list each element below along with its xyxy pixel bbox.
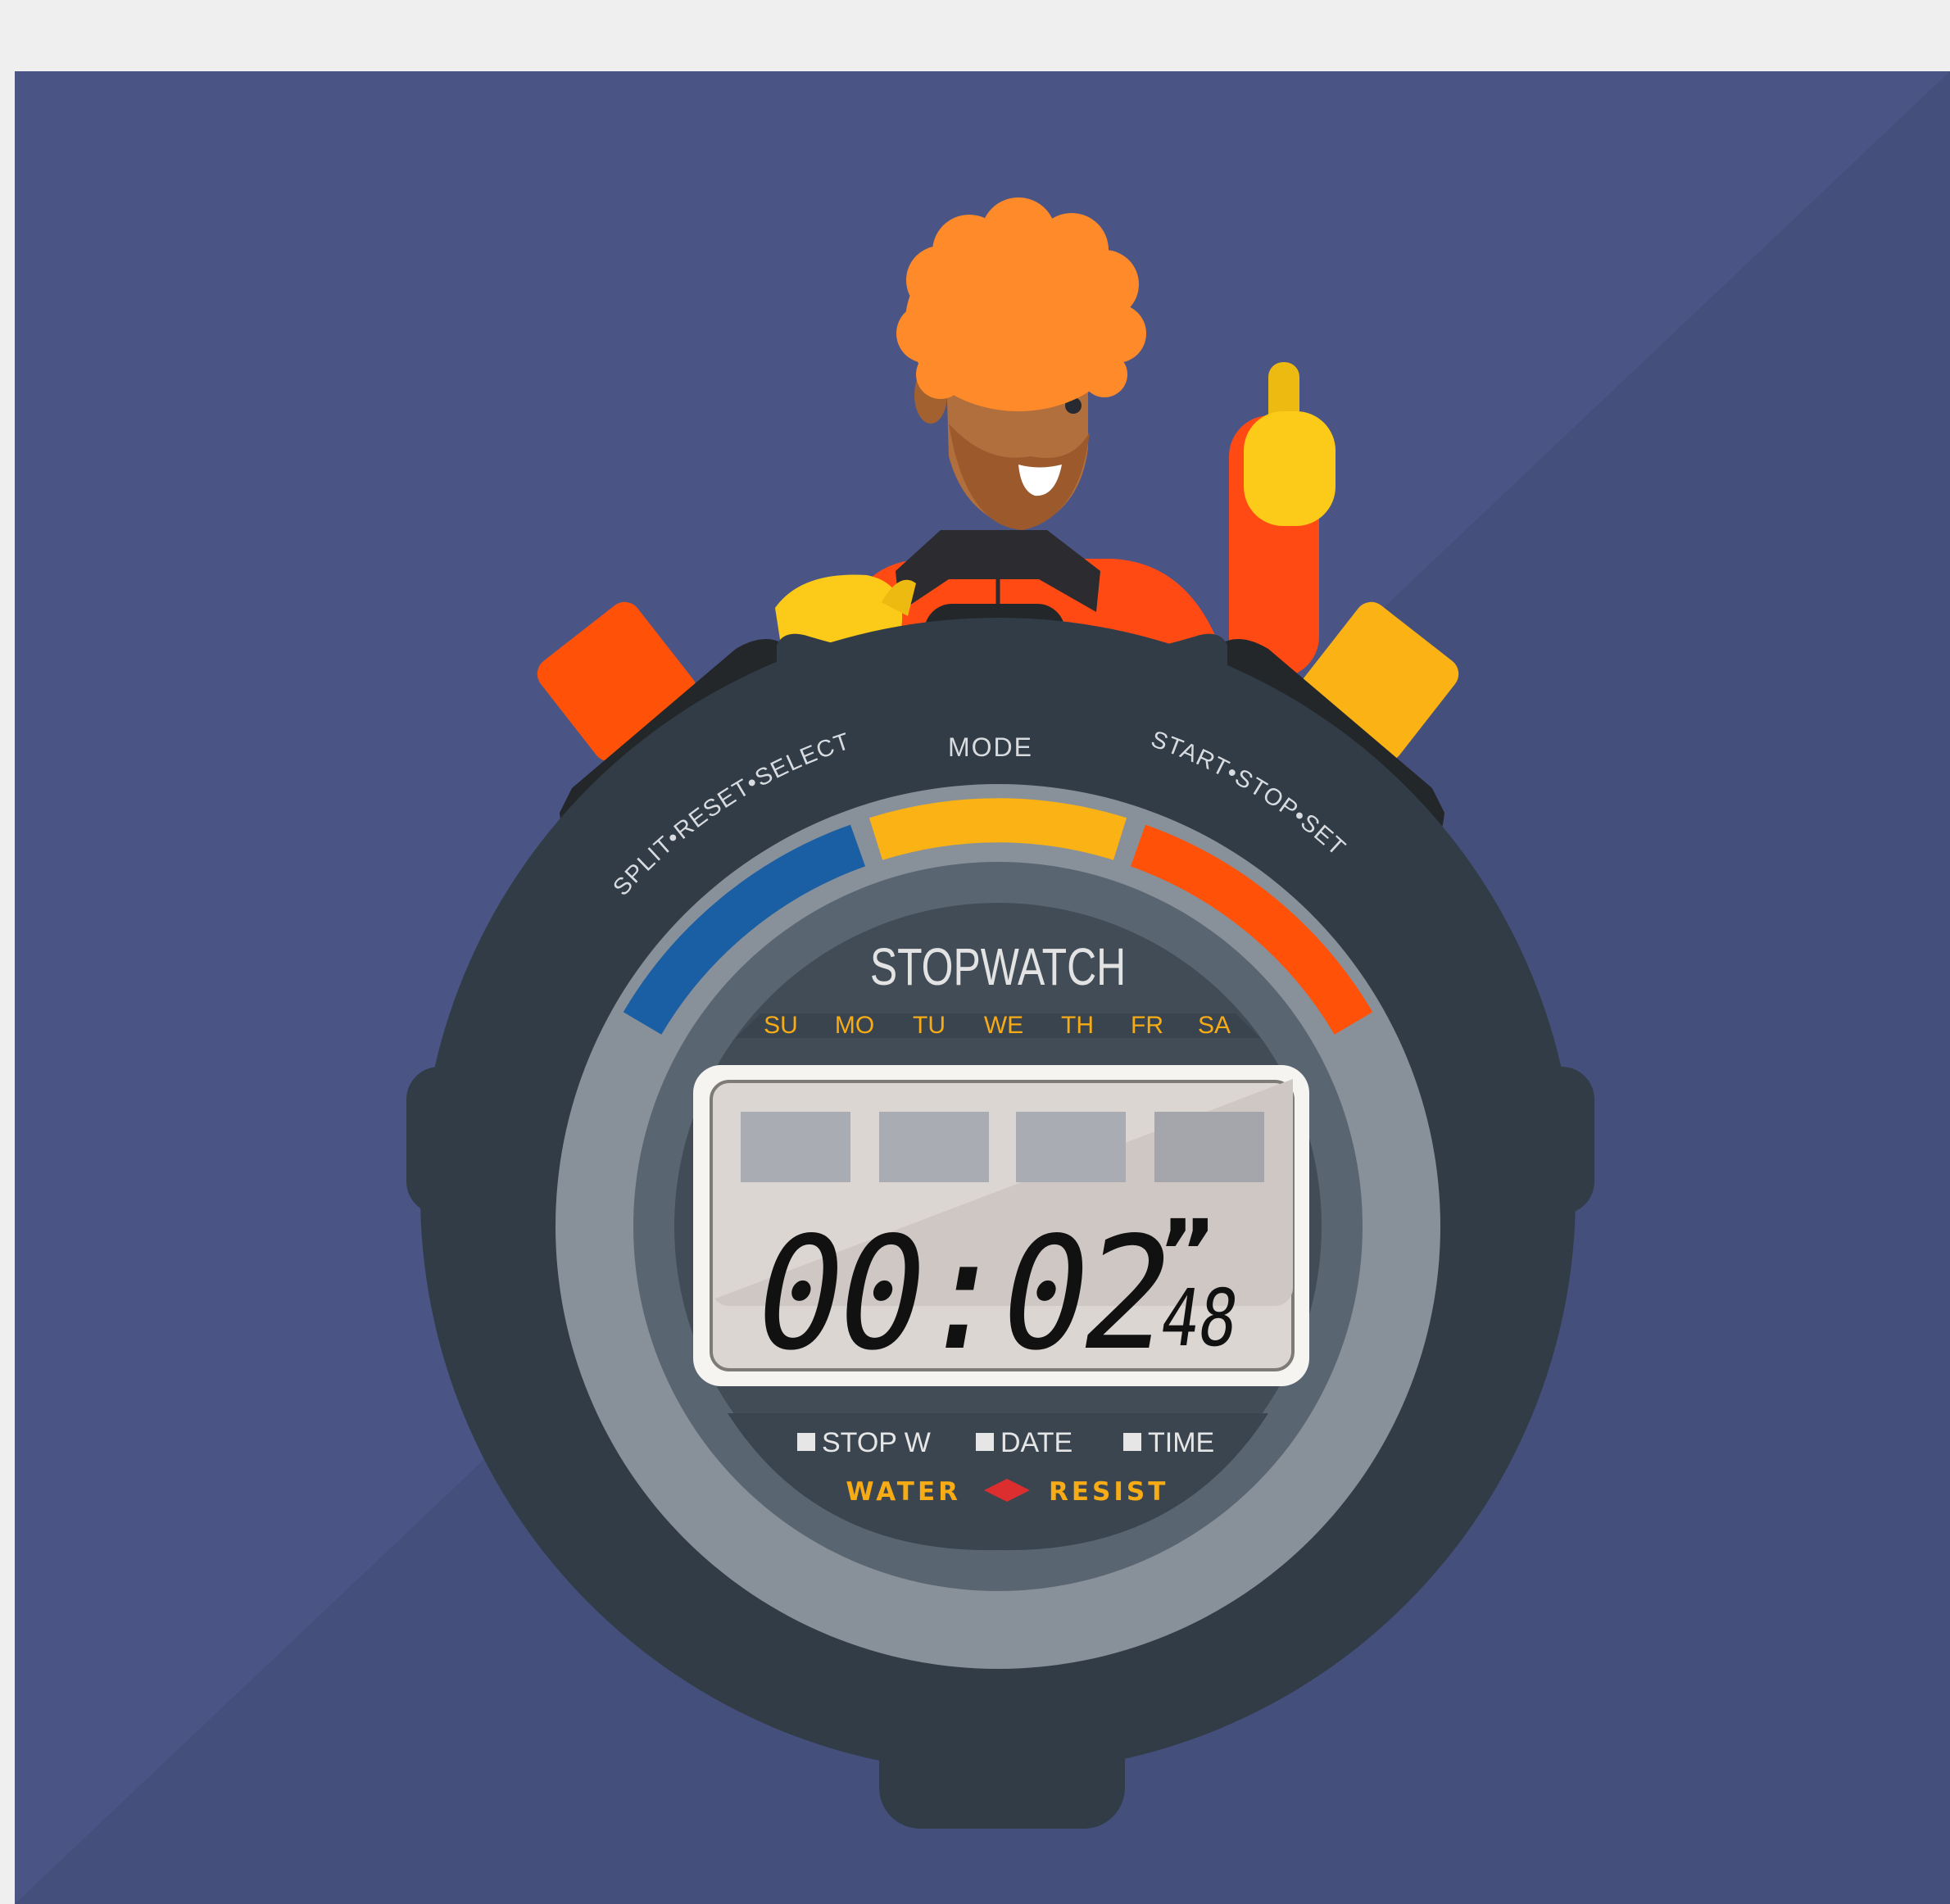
stopwatch-illustration: MODE SPLIT•RESET•SELECT START•STOP•SET S…	[15, 71, 1950, 1904]
lcd-main-time: 00:02	[741, 1204, 1182, 1385]
illustration-canvas: MODE SPLIT•RESET•SELECT START•STOP•SET S…	[15, 71, 1950, 1904]
mode-indicator-label: STOP W	[822, 1427, 931, 1458]
lcd-segment-block	[741, 1112, 850, 1182]
resist-label: RESIST	[1049, 1477, 1168, 1507]
mode-indicators: STOP W DATE TIME	[797, 1427, 1214, 1458]
afro-hair	[896, 197, 1146, 411]
weekday-label: FR	[1131, 1012, 1163, 1039]
weekday-label: WE	[984, 1012, 1023, 1039]
weekday-label: TH	[1061, 1012, 1094, 1039]
mode-checkbox	[976, 1433, 994, 1451]
lcd-segment-block	[879, 1112, 989, 1182]
lcd-display: 00:02 ” 48	[693, 1065, 1309, 1386]
mode-indicator-label: TIME	[1148, 1427, 1214, 1458]
yellow-arc	[868, 798, 1127, 860]
lcd-segment-block	[1154, 1112, 1264, 1182]
mode-label: MODE	[948, 732, 1033, 762]
mode-checkbox	[1123, 1433, 1141, 1451]
mode-checkbox	[797, 1433, 815, 1451]
mode-indicator-label: DATE	[1000, 1427, 1072, 1458]
thumbs-up-glove	[1244, 411, 1336, 526]
weekday-label: TU	[913, 1012, 946, 1039]
lcd-hundredths: 48	[1155, 1272, 1244, 1364]
water-label: WATER	[846, 1477, 961, 1507]
weekday-label: SA	[1198, 1012, 1231, 1039]
weekday-label: MO	[835, 1012, 874, 1039]
brand-title: STOPWATCH	[870, 938, 1126, 996]
weekday-label: SU	[764, 1012, 798, 1039]
lcd-segment-block	[1016, 1112, 1126, 1182]
